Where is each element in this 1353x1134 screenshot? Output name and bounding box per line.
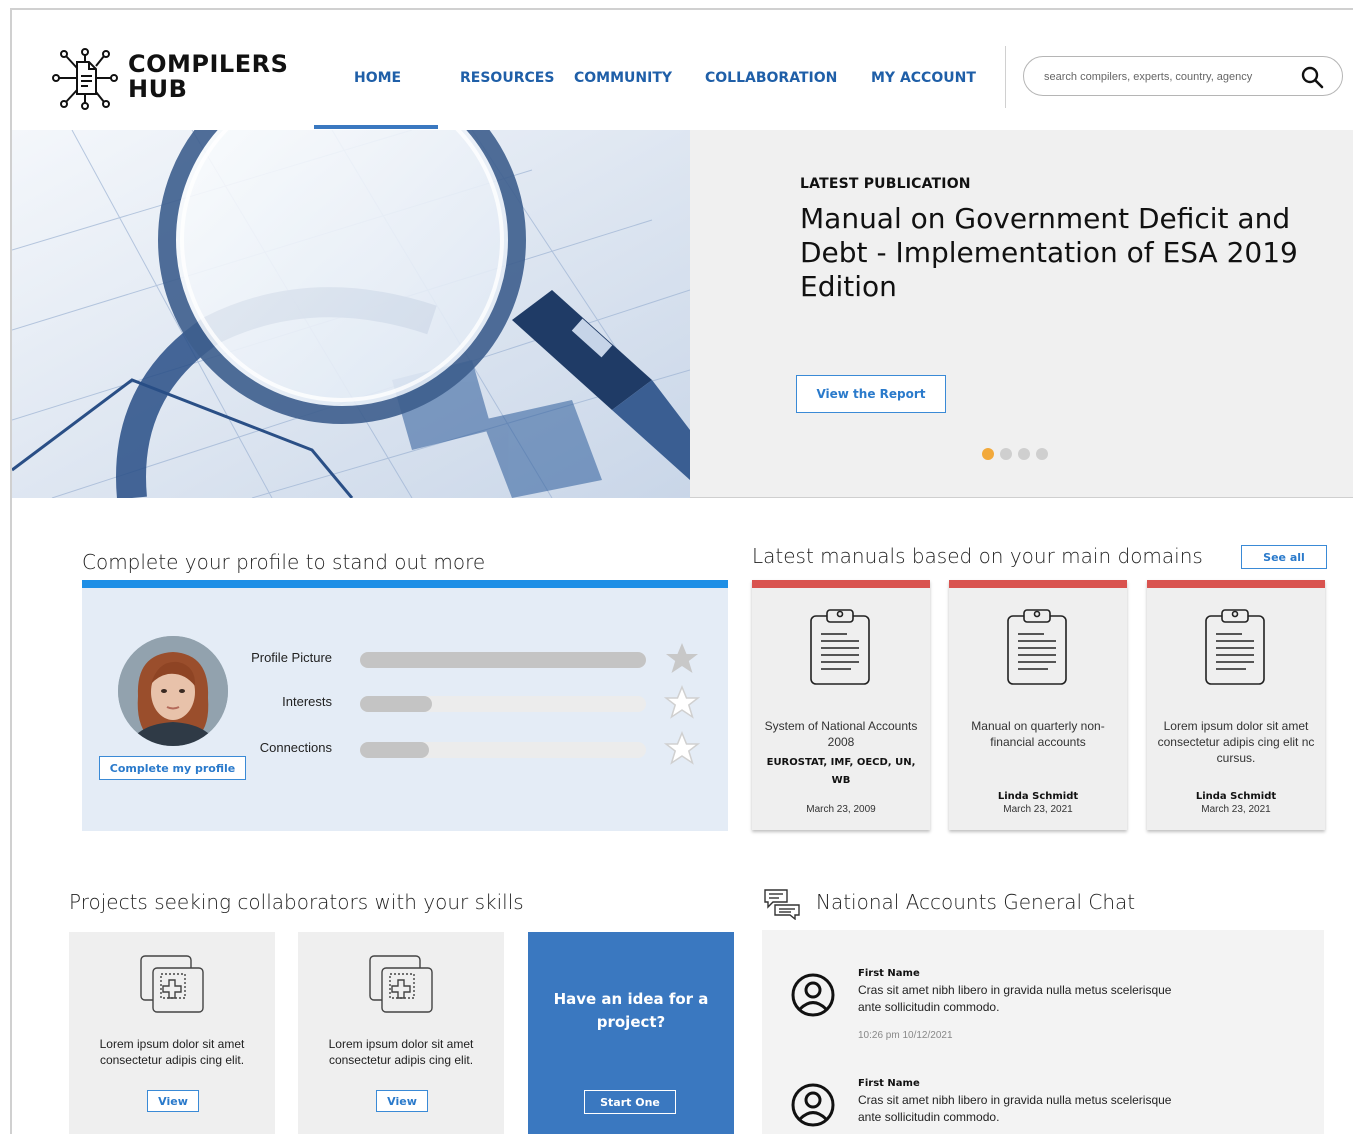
- carousel-dot-4[interactable]: [1036, 448, 1048, 460]
- brand-line-1: COMPILERS: [128, 50, 289, 78]
- manual-title: System of National Accounts 2008: [764, 719, 918, 749]
- carousel-dots: [982, 448, 1048, 460]
- manual-card[interactable]: System of National Accounts 2008 EUROSTA…: [752, 580, 930, 830]
- profile-panel: Complete my profile Profile Picture Inte…: [82, 580, 728, 831]
- message-time: 10:26 pm 10/12/2021: [858, 1030, 953, 1041]
- page-frame: COMPILERS HUB HOME RESOURCES COMMUNITY C…: [10, 8, 1353, 1134]
- avatar[interactable]: [118, 636, 228, 746]
- progress-label: Profile Picture: [251, 650, 332, 665]
- manual-date: March 23, 2009: [806, 804, 876, 815]
- progress-track: [360, 652, 646, 668]
- clipboard-icon: [1007, 609, 1067, 685]
- progress-label: Connections: [259, 740, 332, 755]
- clipboard-icon: [810, 609, 870, 685]
- hero-eyebrow: LATEST PUBLICATION: [800, 176, 971, 192]
- complete-profile-button[interactable]: Complete my profile: [99, 756, 246, 780]
- progress-row-connections: Connections: [232, 731, 712, 767]
- idea-prompt: Have an idea for a project?: [553, 990, 709, 1031]
- brand-line-2: HUB: [128, 75, 188, 103]
- manual-date: March 23, 2021: [1003, 804, 1073, 815]
- idea-card: Have an idea for a project? Start One: [528, 932, 734, 1134]
- carousel-dot-2[interactable]: [1000, 448, 1012, 460]
- chat-section-title: National Accounts General Chat: [816, 890, 1136, 914]
- see-all-button[interactable]: See all: [1241, 545, 1327, 569]
- manual-title: Manual on quarterly non-financial accoun…: [971, 719, 1105, 749]
- nav-active-indicator: [314, 125, 438, 129]
- chat-bubbles-icon: [764, 889, 800, 920]
- user-circle-icon[interactable]: [790, 1082, 836, 1128]
- project-card: Lorem ipsum dolor sit amet consectetur a…: [69, 932, 275, 1134]
- nav-my-account[interactable]: MY ACCOUNT: [871, 70, 976, 86]
- carousel-dot-1[interactable]: [982, 448, 994, 460]
- manual-date: March 23, 2021: [1201, 804, 1271, 815]
- search-icon[interactable]: [1300, 65, 1324, 89]
- chat-message: First Name Cras sit amet nibh libero in …: [762, 960, 1324, 1050]
- carousel-dot-3[interactable]: [1018, 448, 1030, 460]
- progress-fill: [360, 742, 429, 758]
- site-header: COMPILERS HUB HOME RESOURCES COMMUNITY C…: [12, 10, 1353, 130]
- document-network-icon[interactable]: [50, 46, 120, 112]
- view-project-button[interactable]: View: [147, 1090, 199, 1112]
- user-circle-icon[interactable]: [790, 972, 836, 1018]
- nav-collaboration[interactable]: COLLABORATION: [705, 70, 837, 86]
- star-outline-icon[interactable]: [664, 731, 700, 767]
- projects-section-title: Projects seeking collaborators with your…: [69, 890, 524, 914]
- magnifier-chart-image: [12, 130, 690, 498]
- progress-fill: [360, 652, 646, 668]
- message-author: First Name: [858, 968, 920, 979]
- view-report-button[interactable]: View the Report: [796, 375, 946, 413]
- search-box: [1023, 56, 1343, 96]
- manual-author: EUROSTAT, IMF, OECD, UN, WB: [766, 757, 916, 786]
- progress-track: [360, 742, 646, 758]
- manuals-section-title: Latest manuals based on your main domain…: [752, 544, 1203, 568]
- manual-card[interactable]: Manual on quarterly non-financial accoun…: [949, 580, 1127, 830]
- progress-label: Interests: [282, 694, 332, 709]
- progress-fill: [360, 696, 432, 712]
- clipboard-icon: [1205, 609, 1265, 685]
- hero-banner: LATEST PUBLICATION Manual on Government …: [12, 130, 1353, 498]
- profile-section-title: Complete your profile to stand out more: [82, 550, 486, 574]
- start-project-button[interactable]: Start One: [584, 1090, 676, 1114]
- message-author: First Name: [858, 1078, 920, 1089]
- message-text: Cras sit amet nibh libero in gravida nul…: [858, 983, 1172, 1014]
- manual-title: Lorem ipsum dolor sit amet consectetur a…: [1157, 719, 1315, 765]
- project-card: Lorem ipsum dolor sit amet consectetur a…: [298, 932, 504, 1134]
- project-description: Lorem ipsum dolor sit amet consectetur a…: [99, 1037, 245, 1067]
- brand-name[interactable]: COMPILERS HUB: [128, 52, 288, 102]
- view-project-button[interactable]: View: [376, 1090, 428, 1112]
- star-outline-icon[interactable]: [664, 685, 700, 721]
- hero-title[interactable]: Manual on Government Deficit and Debt - …: [800, 202, 1320, 304]
- progress-row-interests: Interests: [232, 685, 712, 721]
- chat-message: First Name Cras sit amet nibh libero in …: [762, 1070, 1324, 1134]
- search-input[interactable]: [1044, 67, 1294, 87]
- add-copy-icon: [140, 955, 204, 1013]
- nav-community[interactable]: COMMUNITY: [574, 70, 672, 86]
- chat-panel: First Name Cras sit amet nibh libero in …: [762, 930, 1324, 1134]
- hero-text-block: LATEST PUBLICATION Manual on Government …: [800, 176, 1320, 304]
- star-icon[interactable]: [664, 641, 700, 677]
- progress-row-profile-picture: Profile Picture: [232, 641, 712, 677]
- nav-divider: [1005, 46, 1006, 108]
- manual-card[interactable]: Lorem ipsum dolor sit amet consectetur a…: [1147, 580, 1325, 830]
- add-copy-icon: [369, 955, 433, 1013]
- nav-resources[interactable]: RESOURCES: [460, 70, 554, 86]
- project-description: Lorem ipsum dolor sit amet consectetur a…: [328, 1037, 474, 1067]
- nav-home[interactable]: HOME: [354, 70, 401, 86]
- message-text: Cras sit amet nibh libero in gravida nul…: [858, 1093, 1172, 1124]
- progress-track: [360, 696, 646, 712]
